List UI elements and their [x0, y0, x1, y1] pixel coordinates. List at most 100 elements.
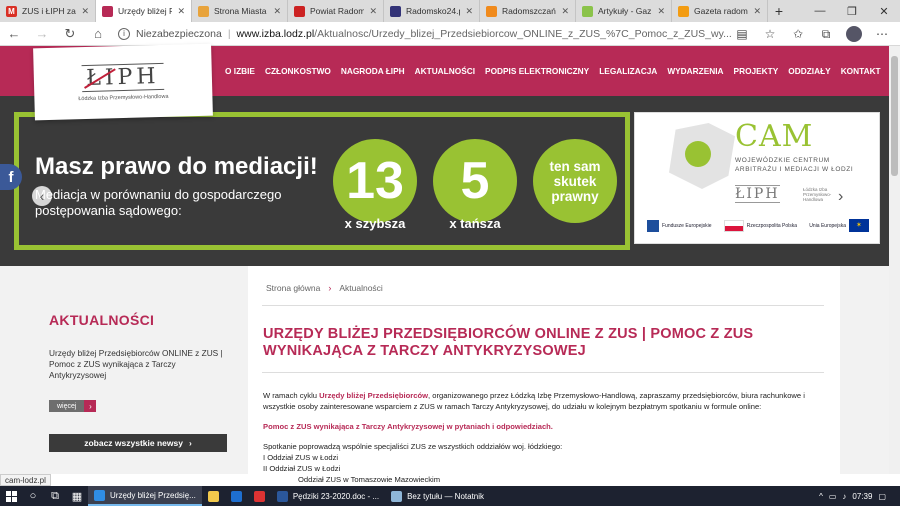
back-icon[interactable]: ←	[0, 22, 28, 46]
tab-favicon-icon	[294, 5, 305, 17]
page-scrollbar[interactable]	[889, 46, 900, 474]
cam-banner[interactable]: CAM WOJEWÓDZKIE CENTRUM ARBITRAŻU I MEDI…	[634, 112, 880, 244]
forward-icon[interactable]: →	[28, 22, 56, 46]
more-button-label: więcej	[49, 400, 85, 412]
tab-close-icon[interactable]: ✕	[753, 6, 761, 17]
browser-tab-7[interactable]: Gazeta radom ✕	[672, 0, 768, 22]
notifications-icon[interactable]: ▢	[878, 492, 886, 501]
nav-item-1[interactable]: CZŁONKOSTWO	[260, 66, 336, 76]
taskbar-apps: Urzędy bliżej Przedsię... Pędziki 23-2020…	[88, 486, 490, 506]
slider-next-icon[interactable]: ›	[838, 188, 843, 206]
taskbar-app-5[interactable]: Bez tytułu — Notatnik	[385, 486, 490, 506]
browser-tab-1[interactable]: Urzędy bliżej P ✕	[96, 0, 192, 22]
hero-title: Masz prawo do mediacji!	[35, 153, 318, 180]
all-news-button[interactable]: zobacz wszystkie newsy ›	[49, 434, 227, 452]
mediation-banner[interactable]: Masz prawo do mediacji! Mediacja w porów…	[14, 112, 630, 250]
browser-tab-2[interactable]: Strona Miasta ✕	[192, 0, 288, 22]
taskbar-app-2[interactable]	[225, 486, 248, 506]
divider	[262, 305, 824, 306]
windows-icon	[5, 490, 17, 502]
taskbar-app-1[interactable]	[202, 486, 225, 506]
collections-icon[interactable]: ⧉	[814, 22, 838, 46]
app-icon	[276, 490, 288, 502]
article-intro-link[interactable]: Urzędy bliżej Przedsiębiorców	[319, 391, 428, 400]
stat-caption-faster: x szybsza	[344, 216, 406, 231]
scrollbar-thumb[interactable]	[891, 56, 898, 176]
browser-tab-6[interactable]: Artykuły - Gaz ✕	[576, 0, 672, 22]
task-view-icon[interactable]: ⧉	[44, 486, 66, 506]
stat-circle-cheaper: 5	[433, 139, 517, 223]
favorites-list-icon[interactable]: ✩	[786, 22, 810, 46]
eu-funds-logo: Fundusze Europejskie	[647, 219, 711, 232]
branch-3: Oddział ZUS w Tomaszowie Mazowieckim	[298, 475, 441, 484]
new-tab-icon[interactable]: +	[768, 0, 790, 22]
tab-close-icon[interactable]: ✕	[273, 6, 281, 17]
home-icon[interactable]: ⌂	[84, 22, 112, 46]
browser-tab-5[interactable]: Radomszczań ✕	[480, 0, 576, 22]
article-intro: W ramach cyklu Urzędy bliżej Przedsiębio…	[263, 391, 805, 411]
chevron-up-icon[interactable]: ^	[819, 492, 823, 501]
tab-close-icon[interactable]: ✕	[369, 6, 377, 17]
nav-item-7[interactable]: PROJEKTY	[729, 66, 784, 76]
url-path: /Aktualnosc/Urzedy_blizej_Przedsiebiorco…	[314, 27, 732, 40]
nav-item-6[interactable]: WYDARZENIA	[662, 66, 728, 76]
maximize-icon[interactable]: ❐	[836, 0, 868, 22]
taskbar-app-0[interactable]: Urzędy bliżej Przedsię...	[88, 486, 202, 506]
tab-title: Strona Miasta	[214, 6, 267, 16]
tab-title: Artykuły - Gaz	[598, 6, 652, 16]
nav-item-3[interactable]: AKTUALNOŚCI	[410, 66, 480, 76]
nav-item-9[interactable]: KONTAKT	[836, 66, 886, 76]
browser-tab-3[interactable]: Powiat Radom ✕	[288, 0, 384, 22]
app-icon	[94, 489, 105, 501]
taskbar-app-3[interactable]	[248, 486, 271, 506]
widgets-icon[interactable]: ▦	[66, 486, 88, 506]
sidebar-news-item[interactable]: Urzędy bliżej Przedsiębiorców ONLINE z Z…	[49, 348, 229, 381]
nav-item-2[interactable]: NAGRODA ŁIPH	[336, 66, 410, 76]
breadcrumb-home[interactable]: Strona główna	[266, 283, 320, 293]
minimize-icon[interactable]: —	[804, 0, 836, 22]
nav-item-5[interactable]: LEGALIZACJA	[594, 66, 662, 76]
divider	[262, 372, 824, 373]
taskbar-app-4[interactable]: Pędziki 23-2020.doc - ...	[271, 486, 385, 506]
stat-caption-cheaper: x tańsza	[449, 216, 501, 231]
eu-funds-icon	[647, 219, 659, 232]
main-nav: O IZBIE CZŁONKOSTWO NAGRODA ŁIPH AKTUALNOŚC…	[220, 46, 900, 96]
taskbar-app-label: Pędziki 23-2020.doc - ...	[292, 491, 380, 501]
nav-item-8[interactable]: ODDZIAŁY	[783, 66, 835, 76]
more-button[interactable]: więcej ›	[49, 400, 97, 412]
tab-close-icon[interactable]: ✕	[561, 6, 569, 17]
reload-icon[interactable]: ↻	[56, 22, 84, 46]
start-button[interactable]	[0, 486, 22, 506]
clock[interactable]: 07:39	[852, 492, 872, 501]
browser-tab-4[interactable]: Radomsko24.p ✕	[384, 0, 480, 22]
favorite-star-icon[interactable]: ☆	[758, 22, 782, 46]
tab-close-icon[interactable]: ✕	[657, 6, 665, 17]
url-separator: |	[227, 27, 231, 40]
nav-item-4[interactable]: PODPIS ELEKTRONICZNY	[480, 66, 594, 76]
info-icon[interactable]: i	[118, 27, 130, 40]
close-window-icon[interactable]: ✕	[868, 0, 900, 22]
tab-title: Gazeta radom	[694, 6, 748, 16]
profile-avatar[interactable]	[842, 22, 866, 46]
nav-item-0[interactable]: O IZBIE	[220, 66, 260, 76]
browser-tab-0[interactable]: M ZUS i ŁIPH zap ✕	[0, 0, 96, 22]
tab-close-icon[interactable]: ✕	[177, 6, 185, 17]
url-field[interactable]: i Niezabezpieczona | www.izba.lodz.pl/Ak…	[118, 24, 758, 44]
site-logo[interactable]: ŁIPH Łódzka Izba Przemysłowo-Handlowa	[33, 43, 213, 121]
breadcrumb-current[interactable]: Aktualności	[339, 283, 382, 293]
tab-close-icon[interactable]: ✕	[81, 6, 89, 17]
menu-icon[interactable]: ⋯	[870, 22, 894, 46]
status-bar-url: cam-lodz.pl	[0, 474, 51, 486]
app-icon	[253, 490, 265, 502]
slider-prev-icon[interactable]: ‹	[32, 186, 52, 206]
network-icon[interactable]: ▭	[829, 492, 837, 501]
volume-icon[interactable]: ♪	[842, 492, 846, 501]
article-specialists: Spotkanie poprowadzą wspólnie specjaliśc…	[263, 442, 563, 451]
search-icon[interactable]: ○	[22, 486, 44, 506]
tab-close-icon[interactable]: ✕	[465, 6, 473, 17]
article-headline: Pomoc z ZUS wynikająca z Tarczy Antykryz…	[263, 422, 553, 431]
reader-icon[interactable]: ▤	[730, 22, 754, 46]
stat-circle-faster: 13	[333, 139, 417, 223]
cam-line-2: ARBITRAŻU I MEDIACJI W ŁODZI	[735, 166, 854, 173]
poland-flag-icon	[723, 219, 744, 232]
